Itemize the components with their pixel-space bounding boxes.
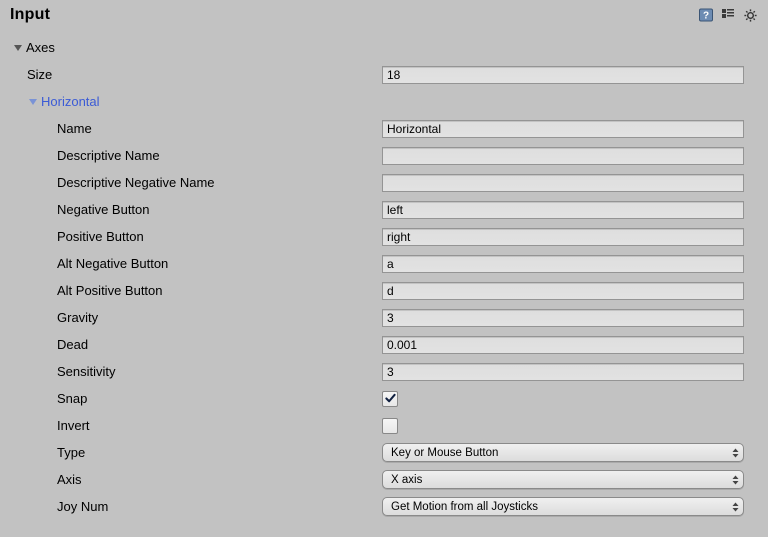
field-row-dead: Dead [0, 331, 768, 358]
desc-name-label: Descriptive Name [57, 148, 160, 163]
field-row-pos-button: Positive Button [0, 223, 768, 250]
alt-neg-button-label: Alt Negative Button [57, 256, 168, 271]
neg-button-label: Negative Button [57, 202, 150, 217]
type-dropdown[interactable]: Key or Mouse Button [382, 443, 744, 462]
panel-header: Input ? [0, 0, 768, 34]
type-dropdown-value: Key or Mouse Button [391, 447, 498, 459]
field-row-sensitivity: Sensitivity [0, 358, 768, 385]
axis-label: Axis [57, 472, 82, 487]
sensitivity-label: Sensitivity [57, 364, 116, 379]
name-label: Name [57, 121, 92, 136]
alt-pos-button-label: Alt Positive Button [57, 283, 163, 298]
foldout-icon-horizontal[interactable] [27, 96, 39, 108]
field-row-type: Type Key or Mouse Button [0, 439, 768, 466]
pos-button-label: Positive Button [57, 229, 144, 244]
inspector-panel: Input ? Axes Size [0, 0, 768, 537]
svg-text:?: ? [703, 11, 709, 22]
panel-title: Input [10, 6, 50, 24]
dead-label: Dead [57, 337, 88, 352]
desc-neg-name-input[interactable] [382, 174, 744, 192]
axis-dropdown-value: X axis [391, 474, 422, 486]
axis-entry-foldout-row[interactable]: Horizontal [0, 88, 768, 115]
chevron-updown-icon [731, 448, 739, 458]
help-icon[interactable]: ? [698, 7, 714, 23]
axes-label: Axes [26, 40, 55, 55]
joy-num-dropdown-value: Get Motion from all Joysticks [391, 501, 538, 513]
gear-icon[interactable] [742, 7, 758, 23]
desc-neg-name-label: Descriptive Negative Name [57, 175, 215, 190]
axes-foldout-row[interactable]: Axes [0, 34, 768, 61]
desc-name-input[interactable] [382, 147, 744, 165]
axis-dropdown[interactable]: X axis [382, 470, 744, 489]
size-input[interactable] [382, 66, 744, 84]
alt-pos-button-input[interactable] [382, 282, 744, 300]
foldout-icon-axes[interactable] [12, 42, 24, 54]
field-row-name: Name [0, 115, 768, 142]
joy-num-label: Joy Num [57, 499, 108, 514]
invert-label: Invert [57, 418, 90, 433]
field-row-invert: Invert [0, 412, 768, 439]
sensitivity-input[interactable] [382, 363, 744, 381]
field-row-joy-num: Joy Num Get Motion from all Joysticks [0, 493, 768, 520]
pos-button-input[interactable] [382, 228, 744, 246]
chevron-updown-icon [731, 475, 739, 485]
field-row-alt-neg-button: Alt Negative Button [0, 250, 768, 277]
field-row-desc-name: Descriptive Name [0, 142, 768, 169]
type-label: Type [57, 445, 85, 460]
snap-label: Snap [57, 391, 87, 406]
joy-num-dropdown[interactable]: Get Motion from all Joysticks [382, 497, 744, 516]
preset-icon[interactable] [720, 7, 736, 23]
field-row-gravity: Gravity [0, 304, 768, 331]
dead-input[interactable] [382, 336, 744, 354]
name-input[interactable] [382, 120, 744, 138]
invert-checkbox[interactable] [382, 418, 398, 434]
field-row-axis: Axis X axis [0, 466, 768, 493]
field-row-desc-neg-name: Descriptive Negative Name [0, 169, 768, 196]
field-row-neg-button: Negative Button [0, 196, 768, 223]
axis-entry-title: Horizontal [41, 94, 100, 109]
axes-size-row: Size [0, 61, 768, 88]
gravity-label: Gravity [57, 310, 98, 325]
alt-neg-button-input[interactable] [382, 255, 744, 273]
neg-button-input[interactable] [382, 201, 744, 219]
field-row-alt-pos-button: Alt Positive Button [0, 277, 768, 304]
field-row-snap: Snap [0, 385, 768, 412]
gravity-input[interactable] [382, 309, 744, 327]
chevron-updown-icon [731, 502, 739, 512]
panel-header-icons: ? [698, 7, 758, 23]
size-label: Size [27, 67, 52, 82]
snap-checkbox[interactable] [382, 391, 398, 407]
